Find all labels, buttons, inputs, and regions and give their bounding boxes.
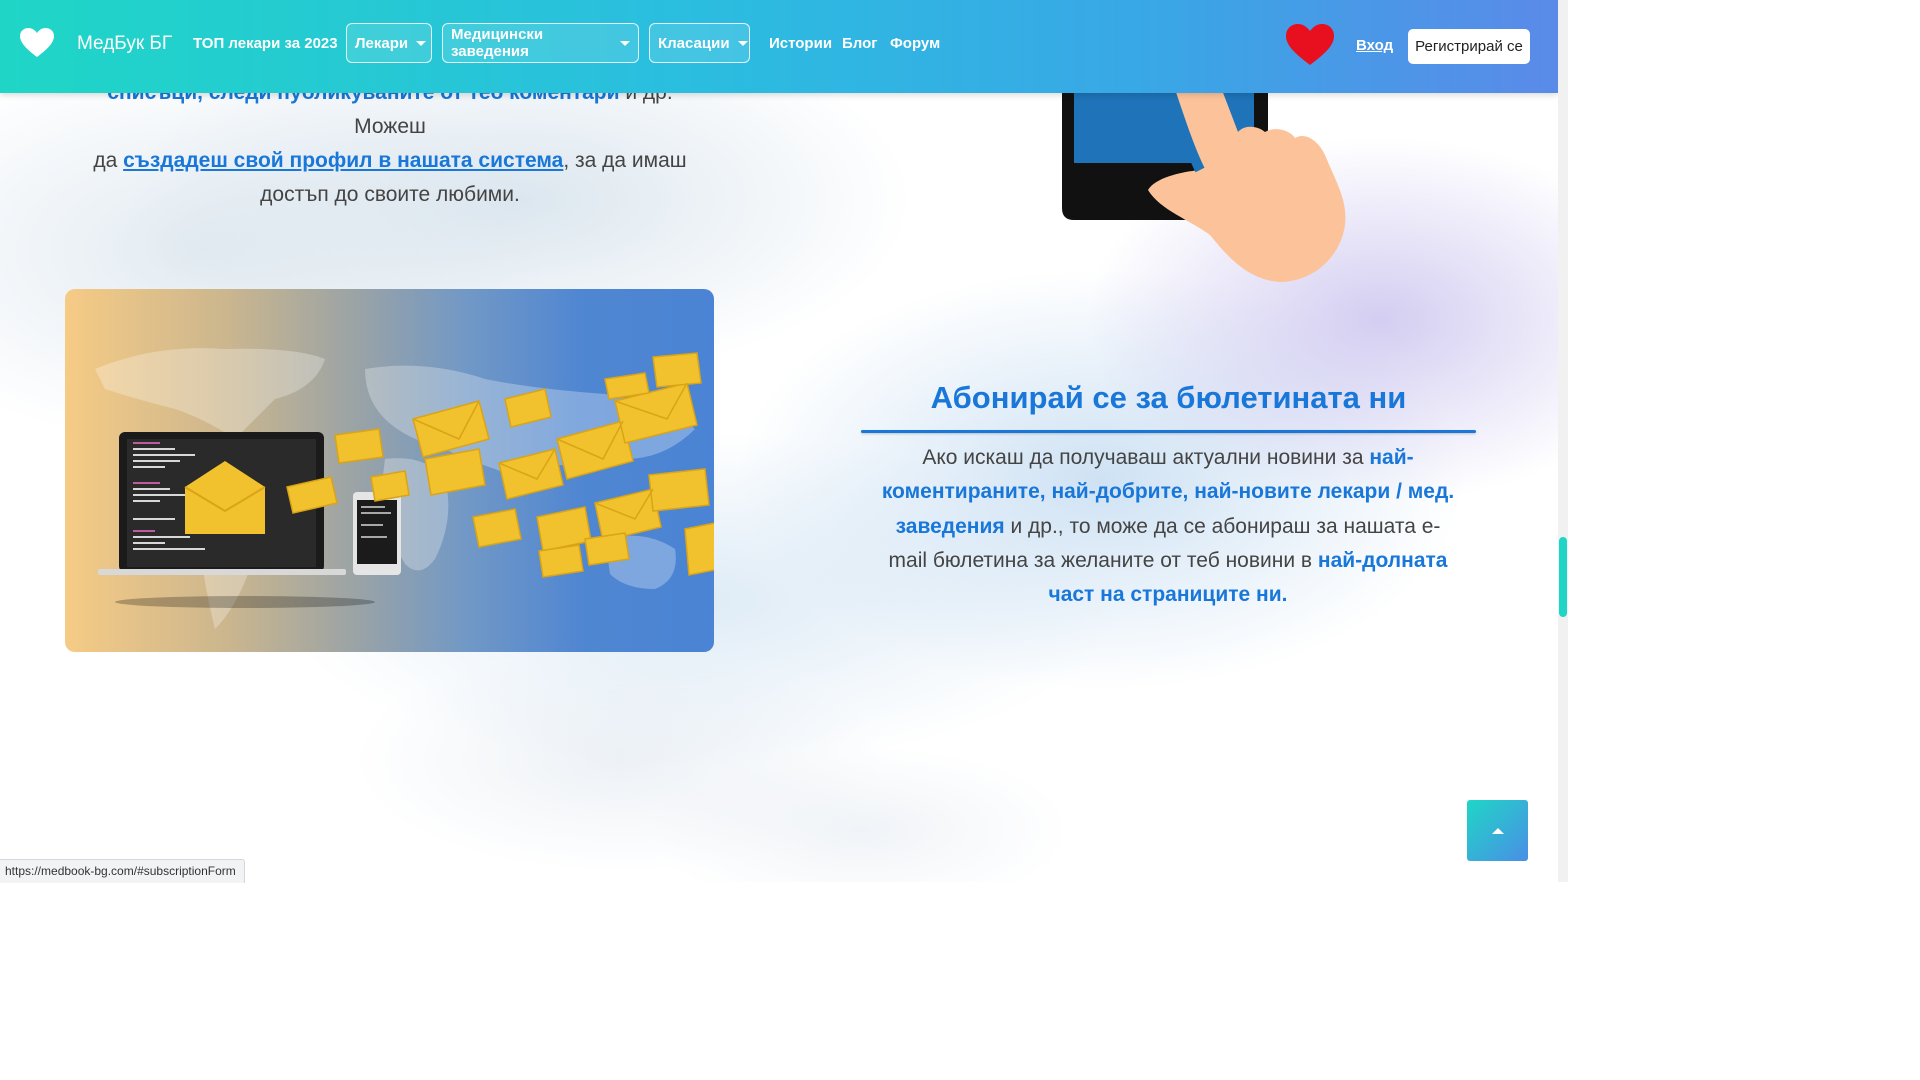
email-newsletter-illustration — [65, 289, 714, 652]
title-divider — [861, 430, 1476, 433]
favorites-heart-icon[interactable] — [1286, 24, 1334, 66]
intro-text: да — [93, 149, 124, 172]
brand-heart-icon[interactable] — [20, 28, 54, 58]
intro-line-3: достъп до своите любими. — [260, 183, 520, 206]
navbar: МедБук БГ ТОП лекари за 2023 Лекари Меди… — [0, 0, 1558, 93]
scrollbar-track[interactable] — [1558, 0, 1568, 882]
caret-down-icon — [620, 40, 630, 46]
newsletter-description: Ако искаш да получаваш актуални новини з… — [880, 441, 1456, 612]
favorites-description: списъци, следи публикуваните от теб коме… — [80, 76, 700, 212]
nav-rankings-label: Класации — [658, 34, 730, 52]
intro-line-2: да създадеш свой профил в нашата система… — [80, 144, 700, 178]
nav-doctors-dropdown[interactable]: Лекари — [346, 23, 432, 63]
chevron-up-icon — [1491, 827, 1504, 834]
nav-forum[interactable]: Форум — [890, 35, 940, 52]
login-link[interactable]: Вход — [1356, 37, 1393, 54]
phone-tap-illustration — [1062, 88, 1346, 282]
scroll-to-top-button[interactable] — [1467, 800, 1528, 861]
nav-top-doctors[interactable]: ТОП лекари за 2023 — [193, 35, 338, 52]
brand-name[interactable]: МедБук БГ — [77, 33, 172, 55]
nav-doctors-label: Лекари — [355, 34, 409, 52]
caret-down-icon — [416, 40, 427, 46]
nav-blog[interactable]: Блог — [842, 35, 878, 52]
intro-text: , за да имаш — [563, 149, 687, 172]
nav-institutions-label: Медицински заведения — [451, 26, 544, 60]
newsletter-title: Абонирай се за бюлетината ни — [930, 380, 1407, 415]
newsletter-text: Ако искаш да получаваш актуални новини з… — [922, 446, 1370, 469]
register-button[interactable]: Регистрирай се — [1408, 29, 1530, 64]
nav-institutions-dropdown[interactable]: Медицински заведения — [442, 23, 639, 63]
scrollbar-thumb[interactable] — [1559, 537, 1567, 617]
create-profile-link[interactable]: създадеш свой профил в нашата система — [123, 149, 563, 172]
nav-stories[interactable]: Истории — [769, 35, 832, 52]
nav-rankings-dropdown[interactable]: Класации — [649, 23, 750, 63]
caret-down-icon — [737, 40, 748, 46]
status-url: https://medbook-bg.com/#subscriptionForm — [0, 859, 245, 883]
